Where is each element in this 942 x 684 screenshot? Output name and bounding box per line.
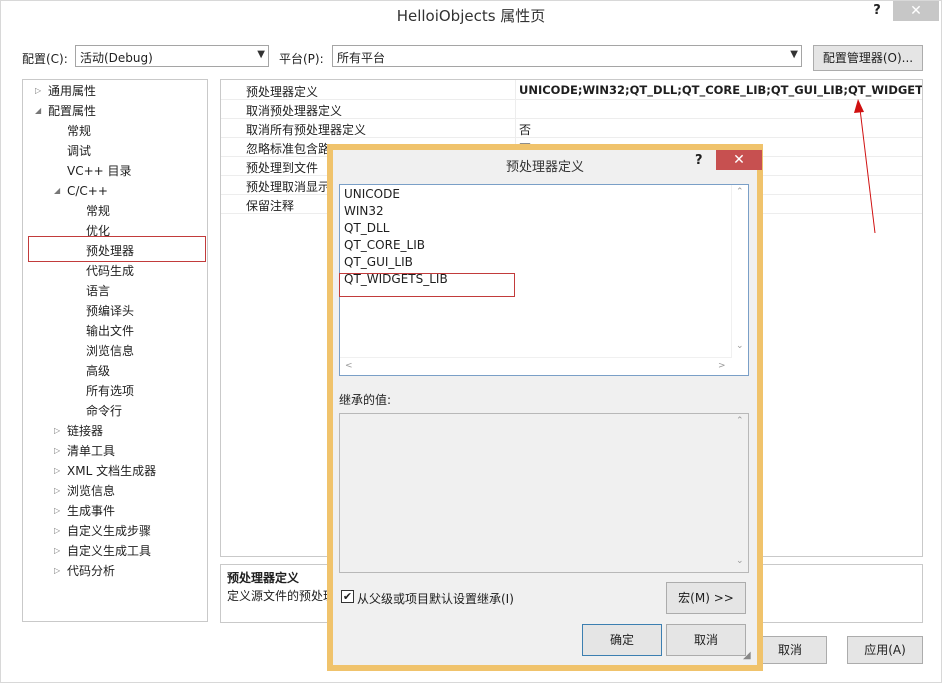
definition-line[interactable]: WIN32 [344,204,384,221]
preprocessor-definitions-dialog: 预处理器定义 ? ✕ ⌃ ⌄ < > UNICODE WIN32 QT_DLL QT_… [327,144,763,671]
horizontal-scrollbar[interactable]: < > [340,357,732,375]
definition-line[interactable]: UNICODE [344,187,400,204]
definition-line[interactable]: QT_DLL [344,221,389,238]
scroll-up-icon[interactable]: ⌃ [736,416,744,426]
inherited-values-box: ⌃ ⌄ [339,413,749,573]
scroll-left-icon[interactable]: < [345,361,353,371]
inherited-values-label: 继承的值: [339,393,392,407]
inherit-checkbox[interactable]: ✔ [341,590,354,603]
ok-button[interactable]: 确定 [582,624,662,656]
scroll-down-icon[interactable]: ⌄ [736,341,744,351]
resize-grip-icon[interactable]: ◢ [743,650,751,661]
property-pages-window: HelloiObjects 属性页 ? ✕ 配置(C): 活动(Debug) ▼… [0,0,942,683]
vertical-scrollbar[interactable]: ⌃ ⌄ [731,185,748,357]
highlighted-definition-box [339,273,515,297]
scroll-right-icon[interactable]: > [718,361,726,371]
dialog-help-button[interactable]: ? [695,153,703,168]
definition-line[interactable]: QT_CORE_LIB [344,238,425,255]
scroll-down-icon[interactable]: ⌄ [736,556,744,566]
inherited-scrollbar[interactable]: ⌃ ⌄ [731,414,748,572]
definition-line[interactable]: QT_GUI_LIB [344,255,413,272]
dialog-cancel-button[interactable]: 取消 [666,624,746,656]
dialog-close-button[interactable]: ✕ [716,150,762,170]
dialog-title: 预处理器定义 [505,160,584,175]
inherit-checkbox-label: 从父级或项目默认设置继承(I) [357,592,514,606]
scroll-up-icon[interactable]: ⌃ [736,187,744,197]
macro-button[interactable]: 宏(M) >> [666,582,746,614]
